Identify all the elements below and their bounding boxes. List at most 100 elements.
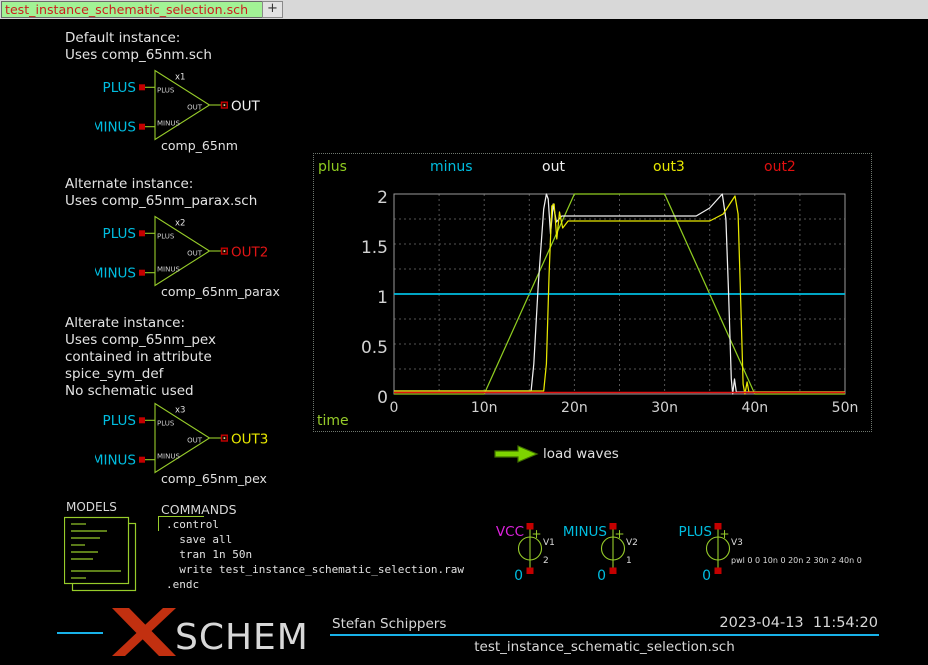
text-line: Uses comp_65nm.sch [65,47,212,64]
models-icon[interactable] [64,516,146,596]
net-label: VCC [496,524,524,540]
y-tick-label: 1.5 [361,238,388,258]
y-tick-label: 0.5 [361,338,388,358]
x-tick-label: 0 [390,400,399,416]
comparator-symbol[interactable]: PLUSMINUSOUTPLUSMINUSOUTx1comp_65nm [95,71,261,154]
waveform-plot[interactable]: 00.511.52010n20n30n40n50ntimeplusminusou… [314,154,871,431]
svg-text:+: + [720,527,730,541]
comparator-x3[interactable]: PLUS MINUS OUT3 PLUS MINUS OUT x3 comp_65nm_pex [95,399,305,491]
voltage-source-v3[interactable]: PLUS +V3 pwl 0 0 10n 0 20n 2 30n 2 40n 0 0 [679,523,862,584]
tab-bar: test_instance_schematic_selection.sch + [0,0,928,20]
xschem-window: test_instance_schematic_selection.sch + … [0,0,928,665]
net-label-plus: PLUS [103,413,136,429]
svg-text:PLUS: PLUS [157,420,175,428]
svg-text:OUT: OUT [187,249,203,257]
source-value: 2 [543,556,549,566]
net-label-minus: MINUS [95,266,136,282]
net-label-minus: MINUS [95,453,136,469]
x-axis-label: time [317,413,349,429]
svg-text:MINUS: MINUS [157,119,180,127]
gnd-label: 0 [702,568,711,584]
text-line: Alternate instance: [65,176,257,193]
legend-item-minus[interactable]: minus [430,159,473,175]
net-label-out: OUT2 [231,245,268,261]
comparator-x1[interactable]: PLUSMINUSOUTPLUSMINUSOUTx1comp_65nm [95,66,305,158]
note-pex-instance: Alterate instance:Uses comp_65nm_pexcont… [65,315,216,400]
text-line: Alterate instance: [65,315,216,332]
svg-text:+: + [615,527,625,541]
legend-item-plus[interactable]: plus [318,159,347,175]
y-tick-label: 2 [377,188,388,208]
gnd-label: 0 [597,568,606,584]
comparator-symbol[interactable]: PLUS MINUS OUT2 PLUS MINUS OUT x2 comp_65nm_par… [95,217,280,300]
comparator-symbol[interactable]: PLUS MINUS OUT3 PLUS MINUS OUT x3 comp_65nm_pex [95,404,268,487]
svg-text:PLUS: PLUS [157,233,175,241]
text-line: No schematic used [65,383,216,400]
net-label-out: OUT [231,99,261,115]
note-alternate-instance: Alternate instance:Uses comp_65nm_parax.… [65,176,257,210]
source-name: V3 [731,538,743,548]
spice-commands-text[interactable]: .control save all tran 1n 50n write test… [166,517,464,592]
new-tab-button[interactable]: + [262,1,283,18]
net-label-out: OUT3 [231,432,268,448]
load-waves-label[interactable]: load waves [543,446,619,462]
net-label-minus: MINUS [95,120,136,136]
waveform-graph[interactable]: 00.511.52010n20n30n40n50ntimeplusminusou… [313,153,872,432]
title-dash-line [57,632,103,634]
voltage-sources[interactable]: VCC+V120MINUS+V210PLUS+V3pwl 0 0 10n 0 2… [490,518,890,590]
source-value: pwl 0 0 10n 0 20n 2 30n 2 40n 0 [731,556,862,565]
text-line: contained in attribute [65,349,216,366]
symbol-caption: comp_65nm_pex [161,471,267,486]
net-label-plus: PLUS [103,226,136,242]
date-time: 2023-04-13 11:54:20 [690,615,878,631]
legend-item-out3[interactable]: out3 [653,159,685,175]
sheet-name: test_instance_schematic_selection.sch [330,639,879,655]
net-label: PLUS [679,524,712,540]
text-line: spice_sym_def [65,366,216,383]
note-default-instance: Default instance:Uses comp_65nm.sch [65,30,212,64]
text-line: Default instance: [65,30,212,47]
source-name: V1 [543,538,555,548]
svg-text:OUT: OUT [187,436,203,444]
instance-name: x2 [175,219,185,229]
text-line: tran 1n 50n [166,547,464,562]
net-label: MINUS [563,524,607,540]
svg-text:+: + [532,527,542,541]
x-tick-label: 20n [561,400,588,416]
xschem-logo-text: SCHEM [175,617,309,658]
text-line: save all [166,532,464,547]
xschem-logo-x-icon [112,608,176,658]
x-tick-label: 30n [651,400,678,416]
voltage-source-v1[interactable]: VCC +V1 2 0 [496,523,555,584]
source-value: 1 [626,556,632,566]
text-line: .endc [166,577,464,592]
svg-text:MINUS: MINUS [157,265,180,273]
instance-name: x3 [175,406,185,416]
x-tick-label: 10n [471,400,498,416]
y-tick-label: 1 [377,288,388,308]
source-name: V2 [626,538,638,548]
author-name: Stefan Schippers [332,616,446,632]
text-line: .control [166,517,464,532]
net-label-plus: PLUS [103,80,136,96]
load-waves-arrow-icon[interactable] [494,445,540,463]
text-line: write test_instance_schematic_selection.… [166,562,464,577]
gnd-label: 0 [514,568,523,584]
legend-item-out2[interactable]: out2 [764,159,796,175]
symbol-caption: comp_65nm_parax [161,284,280,299]
voltage-source-v2[interactable]: MINUS +V2 1 0 [563,523,638,584]
instance-name: x1 [175,73,185,83]
text-line: Uses comp_65nm_pex [65,332,216,349]
tab-schematic[interactable]: test_instance_schematic_selection.sch [1,1,263,18]
models-label: MODELS [66,500,117,514]
x-tick-label: 50n [832,400,859,416]
legend-item-out[interactable]: out [542,159,565,175]
text-line: Uses comp_65nm_parax.sch [65,193,257,210]
svg-text:PLUS: PLUS [157,87,175,95]
title-underline [330,634,879,636]
y-tick-label: 0 [377,388,388,408]
comparator-x2[interactable]: PLUS MINUS OUT2 PLUS MINUS OUT x2 comp_65nm_par… [95,212,305,304]
svg-text:MINUS: MINUS [157,452,180,460]
commands-bracket [158,516,159,531]
svg-text:OUT: OUT [187,103,203,111]
